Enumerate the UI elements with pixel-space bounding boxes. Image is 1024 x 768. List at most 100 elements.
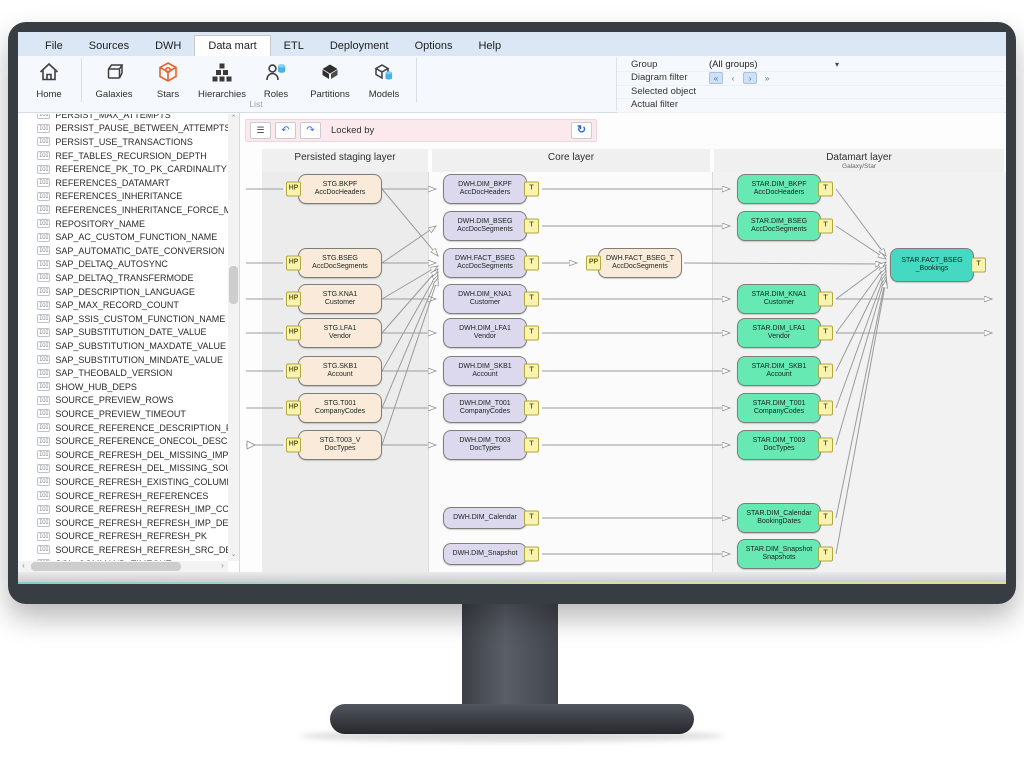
list-item[interactable]: IOISOURCE_REFRESH_EXISTING_COLUMNS — [18, 475, 228, 489]
sidebar-vertical-scrollbar[interactable]: ⌃ ⌄ — [228, 114, 239, 561]
list-item[interactable]: IOIPERSIST_PAUSE_BETWEEN_ATTEMPTS — [18, 122, 228, 136]
list-item[interactable]: IOISOURCE_REFRESH_REFRESH_IMP_DESC — [18, 516, 228, 530]
list-item[interactable]: IOISOURCE_REFRESH_REFRESH_IMP_COLS — [18, 502, 228, 516]
list-item[interactable]: IOIREFERENCES_INHERITANCE — [18, 190, 228, 204]
dropdown-arrow-icon[interactable]: ▾ — [835, 60, 839, 69]
node-DWH.DIM_KNA1[interactable]: DWH.DIM_KNA1CustomerT — [443, 284, 527, 314]
pager-button-2[interactable]: › — [743, 72, 757, 84]
ribbon-button-hierarchies[interactable]: Hierarchies — [195, 58, 249, 101]
pager-button-0[interactable]: « — [709, 72, 723, 84]
undo-button[interactable]: ↶ — [275, 122, 296, 139]
list-item[interactable]: IOIREFERENCES_INHERITANCE_FORCE_MANI — [18, 203, 228, 217]
list-item[interactable]: IOISAP_AUTOMATIC_DATE_CONVERSION — [18, 244, 228, 258]
node-STAR.DIM_BSEG[interactable]: STAR.DIM_BSEGAccDocSegmentsT — [737, 211, 821, 241]
ribbon-button-partitions[interactable]: Partitions — [303, 58, 357, 101]
menu-item-file[interactable]: File — [32, 36, 76, 56]
ribbon-button-roles[interactable]: Roles — [249, 58, 303, 101]
list-item[interactable]: IOISAP_SUBSTITUTION_MAXDATE_VALUE — [18, 339, 228, 353]
node-STAR.DIM_LFA1[interactable]: STAR.DIM_LFA1VendorT — [737, 318, 821, 348]
list-item[interactable]: IOISAP_DELTAQ_AUTOSYNC — [18, 258, 228, 272]
ribbon-button-galaxies[interactable]: Galaxies — [87, 58, 141, 101]
list-item[interactable]: IOISAP_AC_CUSTOM_FUNCTION_NAME — [18, 230, 228, 244]
node-STAR.DIM_Snapshot[interactable]: STAR.DIM_SnapshotSnapshotsT — [737, 539, 821, 569]
menu-item-sources[interactable]: Sources — [76, 36, 142, 56]
scroll-left-icon[interactable]: ‹ — [18, 561, 29, 572]
list-item[interactable]: IOISOURCE_REFRESH_REFRESH_PK — [18, 530, 228, 544]
list-item[interactable]: IOIREFERENCE_PK_TO_PK_CARDINALITY — [18, 162, 228, 176]
node-STAR.DIM_T001[interactable]: STAR.DIM_T001CompanyCodesT — [737, 393, 821, 423]
list-item[interactable]: IOIREPOSITORY_NAME — [18, 217, 228, 231]
sidebar-horizontal-scrollbar[interactable]: ‹ › — [18, 561, 228, 572]
node-DWH.DIM_Calendar[interactable]: DWH.DIM_CalendarT — [443, 507, 527, 529]
node-DWH.DIM_BSEG[interactable]: DWH.DIM_BSEGAccDocSegmentsT — [443, 211, 527, 241]
list-item[interactable]: IOISOURCE_REFERENCE_ONECOL_DESCRIPTI — [18, 434, 228, 448]
node-DWH.DIM_LFA1[interactable]: DWH.DIM_LFA1VendorT — [443, 318, 527, 348]
node-name: STAR.DIM_SKB1 — [752, 363, 807, 372]
list-item[interactable]: IOISAP_DELTAQ_TRANSFERMODE — [18, 271, 228, 285]
list-item[interactable]: IOISAP_SUBSTITUTION_MINDATE_VALUE — [18, 353, 228, 367]
node-DWH.DIM_Snapshot[interactable]: DWH.DIM_SnapshotT — [443, 543, 527, 565]
node-STG.KNA1[interactable]: STG.KNA1CustomerHP — [298, 284, 382, 314]
node-STG.LFA1[interactable]: STG.LFA1VendorHP — [298, 318, 382, 348]
node-STG.T001[interactable]: STG.T001CompanyCodesHP — [298, 393, 382, 423]
ribbon-button-stars[interactable]: Stars — [141, 58, 195, 101]
menu-item-options[interactable]: Options — [402, 36, 466, 56]
node-STAR.DIM_T003[interactable]: STAR.DIM_T003DocTypesT — [737, 430, 821, 460]
menu-item-help[interactable]: Help — [465, 36, 514, 56]
node-DWH.DIM_T003[interactable]: DWH.DIM_T003DocTypesT — [443, 430, 527, 460]
list-item[interactable]: IOISOURCE_PREVIEW_ROWS — [18, 394, 228, 408]
list-item[interactable]: IOISOURCE_REFRESH_REFERENCES — [18, 489, 228, 503]
node-STG.BSEG[interactable]: STG.BSEGAccDocSegmentsHP — [298, 248, 382, 278]
node-STG.T003_V[interactable]: STG.T003_VDocTypesHP — [298, 430, 382, 460]
node-DWH.DIM_SKB1[interactable]: DWH.DIM_SKB1AccountT — [443, 356, 527, 386]
list-item[interactable]: IOIPERSIST_USE_TRANSACTIONS — [18, 135, 228, 149]
list-item[interactable]: IOISOURCE_REFERENCE_DESCRIPTION_PATT — [18, 421, 228, 435]
list-item[interactable]: IOISOURCE_REFRESH_DEL_MISSING_IMP_CO — [18, 448, 228, 462]
scroll-down-icon[interactable]: ⌄ — [228, 550, 239, 561]
list-item[interactable]: IOIREF_TABLES_RECURSION_DEPTH — [18, 149, 228, 163]
group-combobox[interactable]: (All groups) — [709, 59, 758, 70]
list-item[interactable]: IOISOURCE_REFRESH_DEL_MISSING_SOURCE — [18, 462, 228, 476]
node-STAR.DIM_BKPF[interactable]: STAR.DIM_BKPFAccDocHeadersT — [737, 174, 821, 204]
scroll-right-icon[interactable]: › — [217, 561, 228, 572]
refresh-button[interactable]: ↻ — [571, 122, 592, 139]
node-desc: DocTypes — [324, 445, 355, 454]
menu-item-etl[interactable]: ETL — [271, 36, 317, 56]
node-name: STG.KNA1 — [323, 291, 358, 300]
list-item[interactable]: IOISHOW_HUB_DEPS — [18, 380, 228, 394]
list-item[interactable]: IOISOURCE_PREVIEW_TIMEOUT — [18, 407, 228, 421]
ribbon-filter-panel: Group(All groups)▾Diagram filter«‹›»Sele… — [616, 57, 1005, 111]
ribbon-button-models[interactable]: Models — [357, 58, 411, 101]
scrollbar-thumb[interactable] — [229, 266, 238, 304]
node-desc: Customer — [764, 299, 794, 308]
pager-button-3[interactable]: » — [760, 72, 774, 84]
diagram-settings-button[interactable]: ☰ — [250, 122, 271, 139]
list-item[interactable]: IOIREFERENCES_DATAMART — [18, 176, 228, 190]
node-DWH.DIM_T001[interactable]: DWH.DIM_T001CompanyCodesT — [443, 393, 527, 423]
list-item[interactable]: IOISAP_SSIS_CUSTOM_FUNCTION_NAME — [18, 312, 228, 326]
scroll-up-icon[interactable]: ⌃ — [228, 114, 239, 125]
node-DWH.FACT_BSEG_T[interactable]: DWH.FACT_BSEG_TAccDocSegmentsPP — [598, 248, 682, 278]
list-item[interactable]: IOISAP_SUBSTITUTION_DATE_VALUE — [18, 326, 228, 340]
list-item[interactable]: IOISOURCE_REFRESH_REFRESH_SRC_DESC — [18, 543, 228, 557]
list-item[interactable]: IOISAP_MAX_RECORD_COUNT — [18, 298, 228, 312]
node-STAR.FACT_BSEG[interactable]: STAR.FACT_BSEG_BookingsT — [890, 248, 974, 282]
redo-button[interactable]: ↷ — [300, 122, 321, 139]
node-STAR.DIM_KNA1[interactable]: STAR.DIM_KNA1CustomerT — [737, 284, 821, 314]
menu-item-data-mart[interactable]: Data mart — [194, 35, 270, 56]
menu-item-deployment[interactable]: Deployment — [317, 36, 402, 56]
list-item[interactable]: IOIPERSIST_MAX_ATTEMPTS — [18, 114, 228, 122]
list-item[interactable]: IOISAP_DESCRIPTION_LANGUAGE — [18, 285, 228, 299]
node-STG.BKPF[interactable]: STG.BKPFAccDocHeadersHP — [298, 174, 382, 204]
node-STAR.DIM_Calendar[interactable]: STAR.DIM_CalendarBookingDatesT — [737, 503, 821, 533]
list-item[interactable]: IOISAP_THEOBALD_VERSION — [18, 366, 228, 380]
menu-item-dwh[interactable]: DWH — [142, 36, 194, 56]
node-STAR.DIM_SKB1[interactable]: STAR.DIM_SKB1AccountT — [737, 356, 821, 386]
scrollbar-thumb[interactable] — [31, 562, 181, 571]
node-DWH.DIM_BKPF[interactable]: DWH.DIM_BKPFAccDocHeadersT — [443, 174, 527, 204]
ribbon-button-home[interactable]: Home — [22, 58, 76, 101]
node-STG.SKB1[interactable]: STG.SKB1AccountHP — [298, 356, 382, 386]
node-DWH.FACT_BSEG[interactable]: DWH.FACT_BSEGAccDocSegmentsT — [443, 248, 527, 278]
pager-button-1[interactable]: ‹ — [726, 72, 740, 84]
node-badge: T — [524, 438, 539, 453]
